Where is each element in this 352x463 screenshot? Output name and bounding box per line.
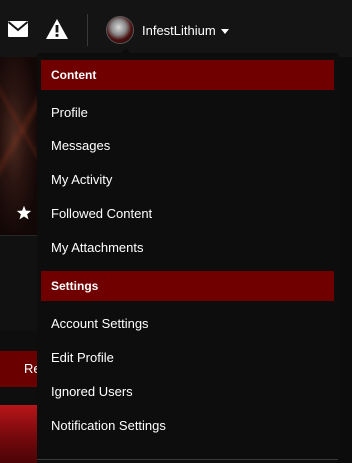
user-menu-trigger[interactable]: InfestLithium [97,9,241,53]
messages-button[interactable] [4,14,32,44]
avatar [106,16,134,44]
user-dropdown-menu: Content Profile Messages My Activity Fol… [37,53,338,463]
caret-down-icon [221,29,229,34]
menu-item-my-attachments[interactable]: My Attachments [51,238,331,258]
menu-item-profile[interactable]: Profile [51,103,331,123]
menu-item-notification-settings[interactable]: Notification Settings [51,416,331,436]
section-header-content: Content [41,60,334,90]
menu-item-messages[interactable]: Messages [51,136,331,156]
background-red-banner [0,405,40,463]
menu-item-followed-content[interactable]: Followed Content [51,204,331,224]
dropdown-divider [37,459,338,460]
menu-item-my-activity[interactable]: My Activity [51,170,331,190]
menu-item-edit-profile[interactable]: Edit Profile [51,348,331,368]
envelope-icon [8,21,28,37]
warning-icon [46,19,68,39]
alerts-button[interactable] [43,14,71,44]
menu-item-ignored-users[interactable]: Ignored Users [51,382,331,402]
topbar-divider [87,14,88,46]
section-header-settings: Settings [41,271,334,301]
star-icon[interactable] [16,205,32,221]
background-panel [0,235,40,331]
username: InfestLithium [142,23,216,38]
menu-item-account-settings[interactable]: Account Settings [51,314,331,334]
background-red-button[interactable]: Re [0,351,40,387]
